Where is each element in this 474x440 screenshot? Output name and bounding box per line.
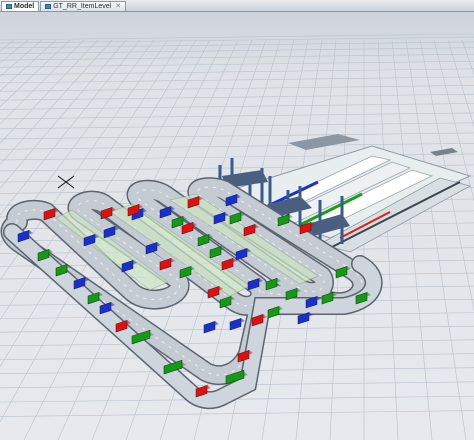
table-icon (45, 4, 52, 9)
3d-model-viewport[interactable] (0, 12, 474, 440)
tab-model-label: Model (14, 2, 35, 10)
tab-gt-rr-itemlevel[interactable]: GT_RR_ItemLevel ✕ (40, 1, 127, 12)
tab-model[interactable]: Model (1, 1, 40, 11)
model-icon (6, 4, 12, 9)
tab-gt-rr-itemlevel-label: GT_RR_ItemLevel (53, 2, 112, 10)
document-tab-bar: Model GT_RR_ItemLevel ✕ (0, 0, 474, 12)
close-icon[interactable]: ✕ (115, 2, 121, 12)
